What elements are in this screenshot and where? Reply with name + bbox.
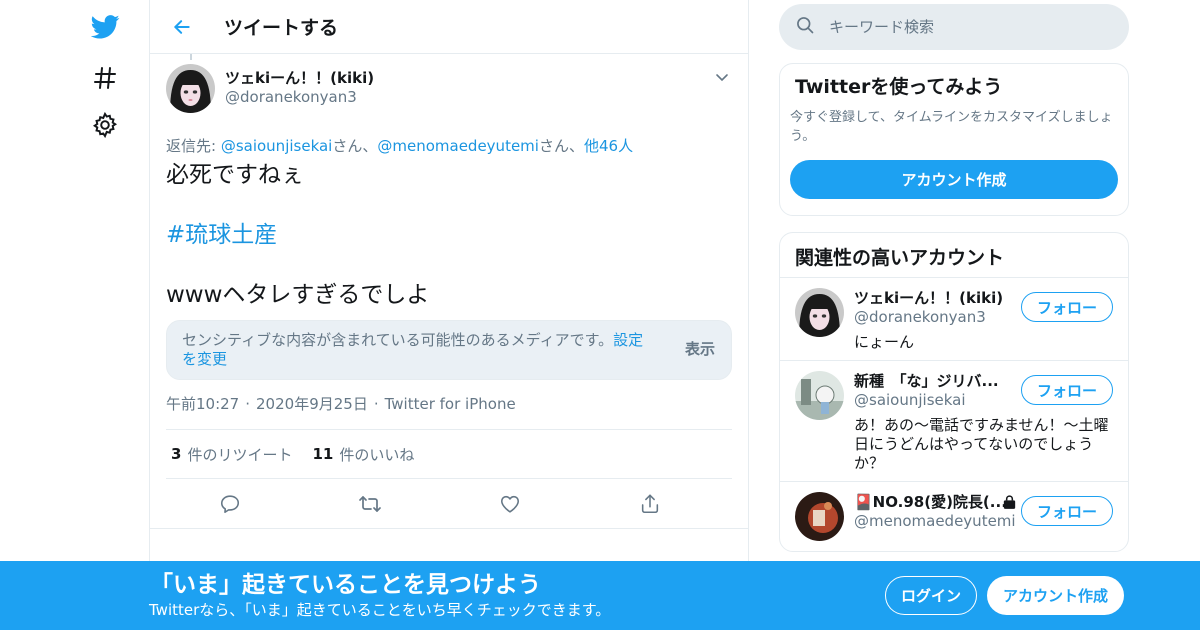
share-icon[interactable] — [635, 489, 665, 519]
page-title: ツイートする — [224, 17, 339, 39]
tweet-stats: 3 件のリツイート 11 件のいいね — [166, 429, 732, 479]
follow-button[interactable]: フォロー — [1021, 292, 1113, 322]
avatar[interactable] — [795, 492, 844, 541]
author-handle[interactable]: @doranekonyan3 — [225, 88, 374, 107]
account-name[interactable]: ツェkiーん！！(kiki) — [854, 288, 1009, 308]
avatar[interactable] — [795, 371, 844, 420]
follow-button[interactable]: フォロー — [1021, 375, 1113, 405]
author-name[interactable]: ツェkiーん！！(kiki) — [225, 68, 374, 88]
reply-icon[interactable] — [215, 489, 245, 519]
banner-subtitle: Twitterなら、「いま」起きていることをいち早くチェックできます。 — [149, 601, 611, 619]
top-bar: ツイートする — [150, 0, 748, 54]
reply-others-link[interactable]: 他46人 — [584, 137, 633, 155]
meta-dot: · — [373, 395, 379, 413]
account-name[interactable]: 新種 「な」ジリバ... — [854, 371, 1009, 391]
like-count: 11 — [312, 445, 334, 463]
related-accounts-card: 関連性の高いアカウント ツェkiーん！！(kiki) @doranekonyan… — [779, 232, 1129, 552]
related-accounts-title: 関連性の高いアカウント — [780, 233, 1128, 278]
left-nav — [0, 0, 150, 630]
tweet-meta: 午前10:27 · 2020年9月25日 · Twitter for iPhon… — [166, 394, 732, 414]
chevron-down-icon[interactable] — [712, 68, 732, 88]
signup-banner: 「いま」起きていることを見つけよう Twitterなら、「いま」起きていることを… — [0, 561, 1200, 630]
like-stat[interactable]: 11 件のいいね — [312, 444, 414, 465]
sensitive-media-notice: センシティブな内容が含まれている可能性のあるメディアです。設定を変更 表示 — [166, 320, 732, 380]
avatar[interactable] — [166, 64, 215, 113]
retweet-stat[interactable]: 3 件のリツイート — [171, 444, 292, 465]
signup-button[interactable]: アカウント作成 — [987, 576, 1124, 615]
tweet-text-line: 必死ですねぇ — [166, 162, 304, 188]
account-bio: にょーん — [854, 333, 915, 351]
account-name[interactable]: 🎴NO.98(愛)院長(... — [854, 492, 1009, 512]
back-arrow-icon[interactable] — [167, 12, 197, 42]
retweet-label: 件のリツイート — [187, 445, 293, 464]
lock-icon — [1001, 494, 1018, 515]
tweet-text-line: wwwヘタレすぎるでしよ — [166, 282, 430, 308]
signup-card-title: Twitterを使ってみよう — [795, 76, 1003, 98]
tweet-text: 必死ですねぇ #琉球土産 wwwヘタレすぎるでしよ — [166, 160, 732, 310]
create-account-button[interactable]: アカウント作成 — [790, 160, 1118, 199]
reply-user-link[interactable]: @saiounjisekai — [221, 137, 333, 155]
reply-separator: さん、 — [332, 137, 378, 155]
sensitive-notice-text: センシティブな内容が含まれている可能性のあるメディアです。 — [182, 331, 614, 349]
tweet-actions — [150, 479, 748, 529]
gear-settings-icon[interactable] — [90, 110, 120, 140]
account-bio: あ！あの～電話ですみません！～土曜日にうどんはやってないのでしょうか？ — [854, 416, 1109, 472]
hashtag-explore-icon[interactable] — [90, 63, 120, 93]
related-account[interactable]: 🎴NO.98(愛)院長(... @menomaedeyutemi フォロー — [780, 482, 1128, 551]
banner-title: 「いま」起きていることを見つけよう — [150, 572, 541, 598]
search-input[interactable] — [829, 18, 1099, 36]
tweet-time[interactable]: 午前10:27 — [166, 394, 239, 414]
heart-icon[interactable] — [495, 489, 525, 519]
related-account[interactable]: 新種 「な」ジリバ... @saiounjisekai あ！あの～電話ですみませ… — [780, 361, 1128, 482]
retweet-icon[interactable] — [355, 489, 385, 519]
right-sidebar: Twitterを使ってみよう 今すぐ登録して、タイムラインをカスタマイズしましょ… — [779, 0, 1129, 552]
twitter-bird-icon[interactable] — [90, 12, 120, 42]
meta-dot: · — [245, 395, 251, 413]
hashtag-link[interactable]: #琉球土産 — [166, 222, 277, 248]
signup-card: Twitterを使ってみよう 今すぐ登録して、タイムラインをカスタマイズしましょ… — [779, 63, 1129, 216]
like-label: 件のいいね — [339, 445, 415, 464]
signup-card-description: 今すぐ登録して、タイムラインをカスタマイズしましょう。 — [790, 110, 1113, 144]
search-box[interactable] — [779, 4, 1129, 50]
reply-to-line: 返信先: @saiounjisekaiさん、@menomaedeyutemiさん… — [166, 136, 732, 156]
reply-user-link[interactable]: @menomaedeyutemi — [377, 137, 539, 155]
main-column: ツイートする ツェkiーん！！(kiki) @doranekonyan3 返信先… — [149, 0, 749, 630]
login-button[interactable]: ログイン — [885, 576, 977, 615]
search-icon — [795, 15, 815, 39]
retweet-count: 3 — [171, 445, 182, 463]
reply-separator: さん、 — [538, 137, 584, 155]
avatar[interactable] — [795, 288, 844, 337]
tweet-source: Twitter for iPhone — [384, 395, 516, 413]
show-media-button[interactable]: 表示 — [685, 340, 715, 359]
tweet-date[interactable]: 2020年9月25日 — [256, 394, 368, 414]
follow-button[interactable]: フォロー — [1021, 496, 1113, 526]
tweet: ツェkiーん！！(kiki) @doranekonyan3 返信先: @saio… — [150, 54, 748, 529]
tweet-author[interactable]: ツェkiーん！！(kiki) @doranekonyan3 — [166, 64, 732, 116]
reply-prefix: 返信先: — [166, 137, 221, 155]
related-account[interactable]: ツェkiーん！！(kiki) @doranekonyan3 にょーん フォロー — [780, 278, 1128, 361]
